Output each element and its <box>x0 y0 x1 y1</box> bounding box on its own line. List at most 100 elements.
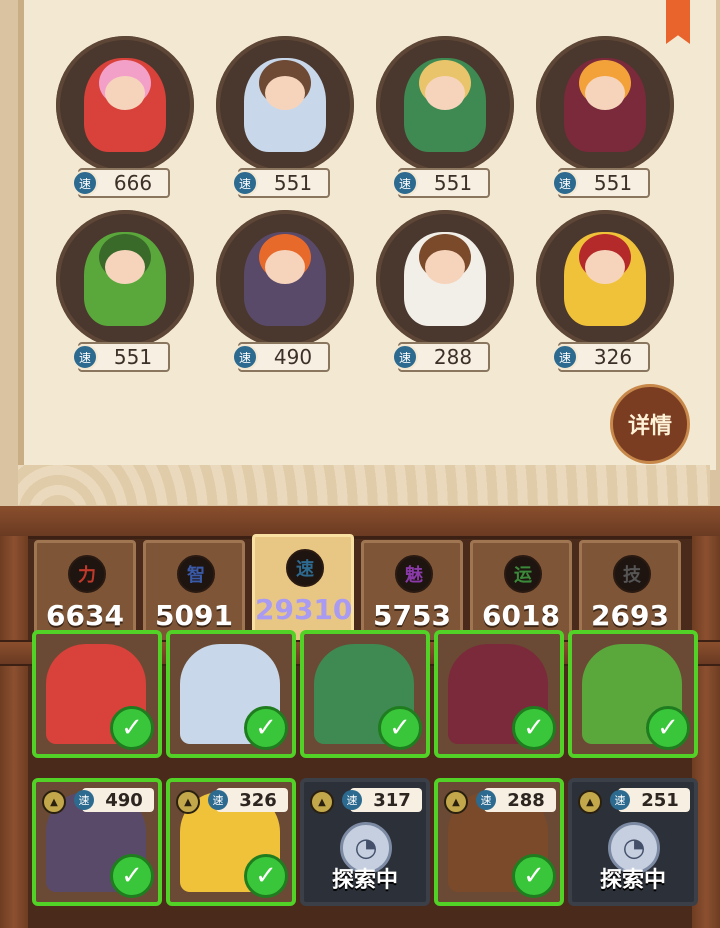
check-icon: ✓ <box>378 706 422 750</box>
speed-value: 317 <box>373 789 411 811</box>
hero-slot[interactable]: 速 551 <box>530 34 680 204</box>
speed-value: 551 <box>113 345 153 369</box>
hero-portrait <box>216 210 354 348</box>
hero-portrait <box>536 210 674 348</box>
stat-icon: 智 <box>177 555 215 593</box>
hero-face <box>105 250 145 284</box>
speed-pill: 速 490 <box>232 342 330 372</box>
speed-value: 551 <box>593 171 633 195</box>
stat-tab[interactable]: 技 2693 <box>579 540 681 644</box>
hero-face <box>105 76 145 110</box>
speed-icon: 速 <box>232 170 258 196</box>
speed-pill: 速 326 <box>552 342 650 372</box>
speed-icon: 速 <box>392 170 418 196</box>
speed-icon: 速 <box>392 344 418 370</box>
speed-tag: 速 317 <box>342 788 422 812</box>
stat-value: 6018 <box>482 599 560 632</box>
speed-icon: 速 <box>72 344 98 370</box>
stat-value: 5753 <box>373 599 451 632</box>
speed-value: 490 <box>273 345 313 369</box>
speed-icon: 速 <box>72 170 98 196</box>
speed-tag: 速 288 <box>476 788 556 812</box>
hero-face <box>585 76 625 110</box>
speed-icon: 速 <box>552 170 578 196</box>
team-card[interactable]: ✓ <box>32 630 162 758</box>
speed-tag: 速 490 <box>74 788 154 812</box>
speed-value: 288 <box>433 345 473 369</box>
speed-tag: 速 251 <box>610 788 690 812</box>
hero-slot[interactable]: 速 288 <box>370 208 520 378</box>
team-card-exploring[interactable]: ▲ 速 317 ◔ 探索中 <box>300 778 430 906</box>
speed-icon: 速 <box>232 344 258 370</box>
hero-slot[interactable]: 速 326 <box>530 208 680 378</box>
check-icon: ✓ <box>512 706 556 750</box>
speed-value: 326 <box>593 345 633 369</box>
stat-icon: 力 <box>68 555 106 593</box>
team-card[interactable]: ✓ <box>434 630 564 758</box>
hero-face <box>425 76 465 110</box>
hero-slot[interactable]: 速 551 <box>50 208 200 378</box>
hero-portrait <box>56 210 194 348</box>
stat-tab[interactable]: 魅 5753 <box>361 540 463 644</box>
team-card[interactable]: ▲ 速 490 ✓ <box>32 778 162 906</box>
hero-face <box>425 250 465 284</box>
book-page-edge <box>18 465 710 505</box>
team-card[interactable]: ▲ 速 326 ✓ <box>166 778 296 906</box>
stat-tab[interactable]: 运 6018 <box>470 540 572 644</box>
stat-tab[interactable]: 力 6634 <box>34 540 136 644</box>
tier-icon: ▲ <box>578 790 602 814</box>
team-card[interactable]: ▲ 速 288 ✓ <box>434 778 564 906</box>
speed-value: 551 <box>273 171 313 195</box>
exploring-label: 探索中 <box>331 868 398 893</box>
hero-portrait <box>56 36 194 174</box>
check-icon: ✓ <box>110 706 154 750</box>
speed-pill: 速 551 <box>392 168 490 198</box>
hero-face <box>265 250 305 284</box>
team-card-exploring[interactable]: ▲ 速 251 ◔ 探索中 <box>568 778 698 906</box>
tier-icon: ▲ <box>176 790 200 814</box>
speed-icon: 速 <box>610 790 630 810</box>
team-card[interactable]: ✓ <box>166 630 296 758</box>
stat-value: 29310 <box>255 593 353 626</box>
speed-pill: 速 551 <box>552 168 650 198</box>
hero-portrait <box>536 36 674 174</box>
hero-slot[interactable]: 速 551 <box>210 34 360 204</box>
stat-value: 2693 <box>591 599 669 632</box>
hero-slot[interactable]: 速 666 <box>50 34 200 204</box>
speed-pill: 速 551 <box>72 342 170 372</box>
stat-icon: 魅 <box>395 555 433 593</box>
check-icon: ✓ <box>244 854 288 898</box>
speed-icon: 速 <box>342 790 362 810</box>
stat-icon: 速 <box>286 549 324 587</box>
stat-icon: 技 <box>613 555 651 593</box>
speed-value: 551 <box>433 171 473 195</box>
stat-tab[interactable]: 智 5091 <box>143 540 245 644</box>
check-icon: ✓ <box>110 854 154 898</box>
hero-slot[interactable]: 速 551 <box>370 34 520 204</box>
speed-icon: 速 <box>208 790 228 810</box>
exploring-label: 探索中 <box>599 868 666 893</box>
stat-value: 6634 <box>46 599 124 632</box>
speed-tag: 速 326 <box>208 788 288 812</box>
speed-value: 288 <box>507 789 545 811</box>
check-icon: ✓ <box>512 854 556 898</box>
stat-icon: 运 <box>504 555 542 593</box>
speed-pill: 速 288 <box>392 342 490 372</box>
team-card[interactable]: ✓ <box>300 630 430 758</box>
hero-portrait <box>376 36 514 174</box>
hero-slot[interactable]: 速 490 <box>210 208 360 378</box>
speed-value: 490 <box>105 789 143 811</box>
speed-pill: 速 551 <box>232 168 330 198</box>
speed-value: 251 <box>641 789 679 811</box>
panel-top-beam <box>0 506 720 539</box>
speed-value: 326 <box>239 789 277 811</box>
tier-icon: ▲ <box>444 790 468 814</box>
stat-tab[interactable]: 速 29310 <box>252 534 354 644</box>
check-icon: ✓ <box>244 706 288 750</box>
details-button[interactable]: 详情 <box>610 384 690 464</box>
hero-portrait <box>216 36 354 174</box>
speed-value: 666 <box>113 171 153 195</box>
team-card[interactable]: ✓ <box>568 630 698 758</box>
hero-face <box>585 250 625 284</box>
check-icon: ✓ <box>646 706 690 750</box>
